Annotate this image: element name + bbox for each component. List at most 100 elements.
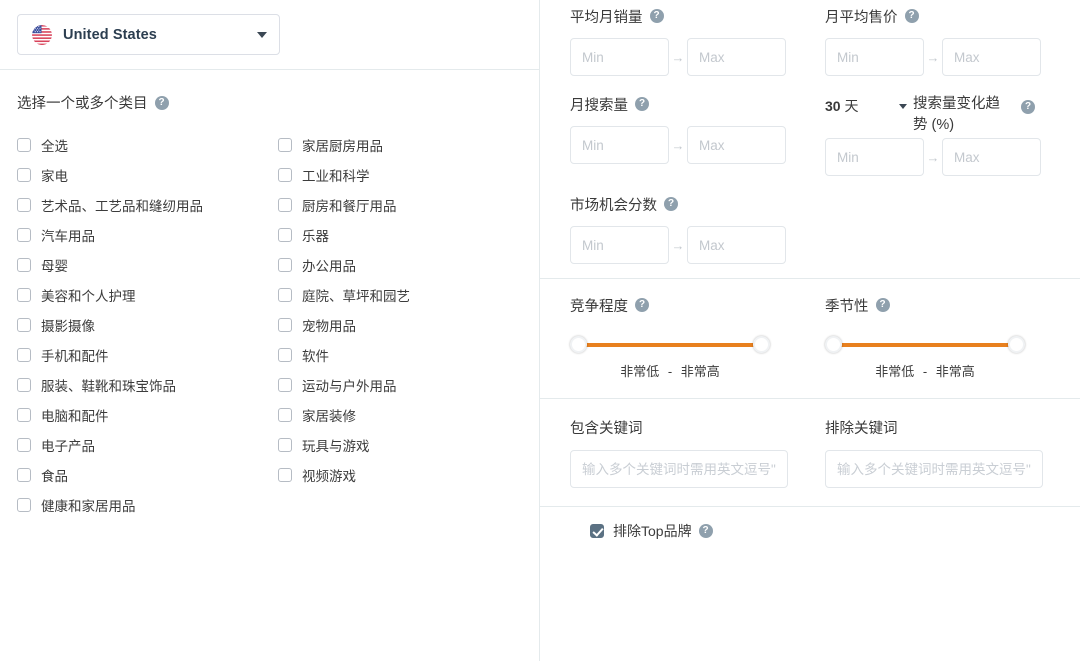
category-label: 电子产品 xyxy=(41,435,95,455)
category-checkbox-row[interactable]: 汽车用品 xyxy=(17,220,278,250)
competition-slider-handle-max[interactable] xyxy=(753,336,770,353)
category-checkbox[interactable] xyxy=(17,408,31,422)
seasonality-slider-handle-max[interactable] xyxy=(1008,336,1025,353)
monthly-search-volume-label-row: 月搜索量 ? xyxy=(570,94,825,115)
category-checkbox-row[interactable]: 玩具与游戏 xyxy=(278,430,539,460)
help-circle-icon[interactable]: ? xyxy=(905,9,919,23)
category-label: 运动与户外用品 xyxy=(302,375,397,395)
help-circle-icon[interactable]: ? xyxy=(664,197,678,211)
seasonality-label: 季节性 xyxy=(825,295,869,316)
category-checkbox-row[interactable]: 摄影摄像 xyxy=(17,310,278,340)
category-checkbox-row[interactable]: 办公用品 xyxy=(278,250,539,280)
search-trend-min-input[interactable] xyxy=(825,138,924,176)
market-opportunity-score-max-input[interactable] xyxy=(687,226,786,264)
country-select[interactable]: United States xyxy=(17,14,280,55)
row-market-score: 市场机会分数 ? → xyxy=(570,194,1080,264)
category-checkbox[interactable] xyxy=(17,348,31,362)
category-checkbox[interactable] xyxy=(17,438,31,452)
category-checkbox[interactable] xyxy=(17,168,31,182)
right-panel: 平均月销量 ? → 月平均售价 ? xyxy=(540,0,1080,661)
category-checkbox-row[interactable]: 服装、鞋靴和珠宝饰品 xyxy=(17,370,278,400)
category-checkbox-row[interactable]: 运动与户外用品 xyxy=(278,370,539,400)
exclude-keywords-input[interactable] xyxy=(825,450,1043,488)
category-checkbox[interactable] xyxy=(17,258,31,272)
category-checkbox[interactable] xyxy=(17,198,31,212)
category-checkbox-row[interactable]: 厨房和餐厅用品 xyxy=(278,190,539,220)
category-checkbox-row[interactable]: 工业和科学 xyxy=(278,160,539,190)
include-keywords-input[interactable] xyxy=(570,450,788,488)
search-trend-period-select[interactable]: 30 天 xyxy=(825,94,907,116)
exclude-top-brands-checkbox[interactable] xyxy=(590,524,604,538)
category-checkbox[interactable] xyxy=(17,498,31,512)
range-arrow-icon: → xyxy=(924,150,942,165)
category-checkbox-row[interactable]: 家居装修 xyxy=(278,400,539,430)
category-checkbox-row[interactable]: 庭院、草坪和园艺 xyxy=(278,280,539,310)
help-circle-icon[interactable]: ? xyxy=(650,9,664,23)
monthly-search-volume-max-input[interactable] xyxy=(687,126,786,164)
search-trend-max-input[interactable] xyxy=(942,138,1041,176)
category-checkbox-row[interactable]: 家电 xyxy=(17,160,278,190)
category-checkbox[interactable] xyxy=(278,138,292,152)
category-checkbox[interactable] xyxy=(278,198,292,212)
exclude-top-brands-row[interactable]: 排除Top品牌 ? xyxy=(570,521,1080,541)
market-opportunity-score-min-input[interactable] xyxy=(570,226,669,264)
category-checkbox[interactable] xyxy=(17,318,31,332)
help-circle-icon[interactable]: ? xyxy=(635,97,649,111)
category-checkbox[interactable] xyxy=(278,438,292,452)
seasonality-slider[interactable] xyxy=(825,336,1025,354)
chevron-down-icon[interactable] xyxy=(899,104,907,109)
competition-slider[interactable] xyxy=(570,336,770,354)
category-checkbox-row[interactable]: 电子产品 xyxy=(17,430,278,460)
category-checkbox-row[interactable]: 乐器 xyxy=(278,220,539,250)
category-label: 母婴 xyxy=(41,255,68,275)
category-checkbox[interactable] xyxy=(17,288,31,302)
search-trend-period-value: 30 天 xyxy=(825,96,899,116)
category-checkbox[interactable] xyxy=(17,468,31,482)
category-checkbox[interactable] xyxy=(17,138,31,152)
competition-range-text: 非常低 - 非常高 xyxy=(570,361,770,380)
category-label: 服装、鞋靴和珠宝饰品 xyxy=(41,375,176,395)
category-checkbox[interactable] xyxy=(278,468,292,482)
category-column-right: 家居厨房用品工业和科学厨房和餐厅用品乐器办公用品庭院、草坪和园艺宠物用品软件运动… xyxy=(278,130,539,520)
range-arrow-icon: → xyxy=(924,50,942,65)
category-checkbox-row[interactable]: 母婴 xyxy=(17,250,278,280)
category-checkbox-row[interactable]: 美容和个人护理 xyxy=(17,280,278,310)
help-circle-icon[interactable]: ? xyxy=(635,298,649,312)
chevron-down-icon[interactable] xyxy=(257,32,267,38)
category-checkbox-row[interactable]: 艺术品、工艺品和缝纫用品 xyxy=(17,190,278,220)
category-checkbox[interactable] xyxy=(278,168,292,182)
competition-slider-handle-min[interactable] xyxy=(570,336,587,353)
help-circle-icon[interactable]: ? xyxy=(876,298,890,312)
category-checkbox[interactable] xyxy=(278,318,292,332)
category-checkbox[interactable] xyxy=(278,348,292,362)
category-checkbox-row[interactable]: 食品 xyxy=(17,460,278,490)
category-checkbox[interactable] xyxy=(278,408,292,422)
category-checkbox-row[interactable]: 健康和家居用品 xyxy=(17,490,278,520)
category-checkbox-row[interactable]: 视频游戏 xyxy=(278,460,539,490)
category-checkbox[interactable] xyxy=(278,288,292,302)
avg-monthly-sales-min-input[interactable] xyxy=(570,38,669,76)
category-checkbox[interactable] xyxy=(278,258,292,272)
category-checkbox-row[interactable]: 手机和配件 xyxy=(17,340,278,370)
range-arrow-icon: → xyxy=(669,138,687,153)
category-checkbox-row[interactable]: 软件 xyxy=(278,340,539,370)
seasonality-slider-handle-min[interactable] xyxy=(825,336,842,353)
avg-monthly-price-max-input[interactable] xyxy=(942,38,1041,76)
category-checkbox[interactable] xyxy=(17,228,31,242)
help-circle-icon[interactable]: ? xyxy=(699,524,713,538)
category-checkbox[interactable] xyxy=(278,378,292,392)
category-checkbox-row[interactable]: 电脑和配件 xyxy=(17,400,278,430)
avg-monthly-price-label: 月平均售价 xyxy=(825,6,898,27)
category-checkbox-row[interactable]: 宠物用品 xyxy=(278,310,539,340)
category-label: 汽车用品 xyxy=(41,225,95,245)
category-checkbox[interactable] xyxy=(17,378,31,392)
avg-monthly-sales-max-input[interactable] xyxy=(687,38,786,76)
category-checkbox-row[interactable]: 家居厨房用品 xyxy=(278,130,539,160)
category-checkbox[interactable] xyxy=(278,228,292,242)
monthly-search-volume-min-input[interactable] xyxy=(570,126,669,164)
avg-monthly-price-min-input[interactable] xyxy=(825,38,924,76)
search-trend-label: 搜索量变化趋势 (%) xyxy=(913,94,1013,136)
category-checkbox-row[interactable]: 全选 xyxy=(17,130,278,160)
help-circle-icon[interactable]: ? xyxy=(155,96,169,110)
help-circle-icon[interactable]: ? xyxy=(1021,100,1035,114)
